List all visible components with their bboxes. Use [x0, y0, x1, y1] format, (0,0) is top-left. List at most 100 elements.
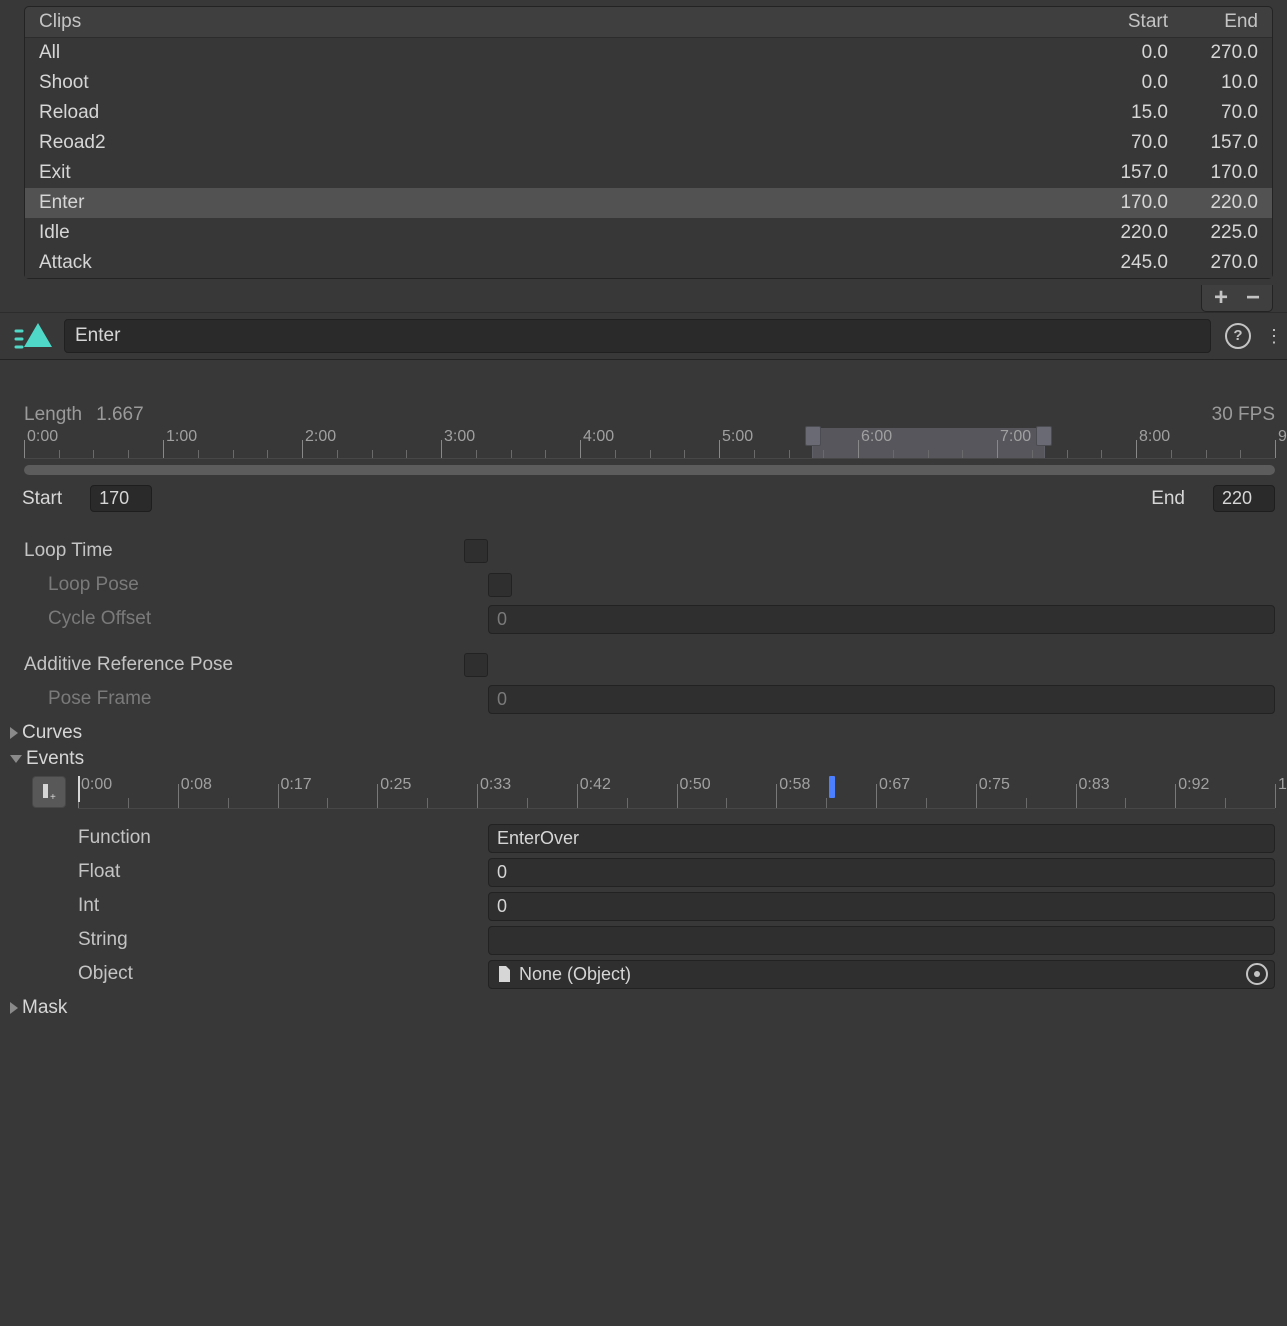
event-string-input[interactable]	[488, 926, 1275, 955]
events-tick-label: 0:58	[779, 776, 810, 794]
svg-text:+: +	[50, 792, 56, 802]
length-row: Length 1.667 30 FPS	[0, 400, 1287, 428]
pose-frame-label: Pose Frame	[24, 688, 488, 710]
clip-row-start: 15.0	[1078, 102, 1168, 124]
clip-row-name: Idle	[39, 222, 1078, 244]
events-tick-label: 0:25	[380, 776, 411, 794]
timeline-tick-label: 8:00	[1139, 428, 1170, 446]
clip-row[interactable]: Enter170.0220.0	[25, 188, 1272, 218]
clip-row[interactable]: Idle220.0225.0	[25, 218, 1272, 248]
clip-row-name: Enter	[39, 192, 1078, 214]
object-picker-icon[interactable]	[1246, 963, 1268, 985]
clip-row[interactable]: All0.0270.0	[25, 38, 1272, 68]
clip-row-start: 157.0	[1078, 162, 1168, 184]
range-start-handle[interactable]	[805, 426, 821, 446]
help-icon[interactable]: ?	[1225, 323, 1251, 349]
clip-row-end: 157.0	[1168, 132, 1258, 154]
clip-row-start: 170.0	[1078, 192, 1168, 214]
clip-range-timeline[interactable]: 0:001:002:003:004:005:006:007:008:009	[24, 428, 1275, 459]
cycle-offset-input[interactable]	[488, 605, 1275, 634]
fps-label: 30 FPS	[1212, 404, 1275, 426]
events-tick-label: 0:75	[979, 776, 1010, 794]
events-tick-label: 0:83	[1079, 776, 1110, 794]
events-tick-label: 0:42	[580, 776, 611, 794]
clip-row-end: 70.0	[1168, 102, 1258, 124]
clip-row[interactable]: Reoad270.0157.0	[25, 128, 1272, 158]
events-tick-label: 0:33	[480, 776, 511, 794]
timeline-tick-label: 0:00	[27, 428, 58, 446]
clip-row-start: 0.0	[1078, 72, 1168, 94]
animation-clip-icon	[14, 319, 50, 353]
timeline-tick-label: 3:00	[444, 428, 475, 446]
clip-row-end: 270.0	[1168, 252, 1258, 274]
cycle-offset-label: Cycle Offset	[24, 608, 488, 630]
timeline-tick-label: 5:00	[722, 428, 753, 446]
foldout-arrow-icon	[10, 755, 22, 763]
event-function-input[interactable]	[488, 824, 1275, 853]
clip-row[interactable]: Reload15.070.0	[25, 98, 1272, 128]
clips-table-header: Clips Start End	[25, 7, 1272, 38]
clip-row-end: 270.0	[1168, 42, 1258, 64]
clip-row-end: 220.0	[1168, 192, 1258, 214]
loop-time-checkbox[interactable]	[464, 539, 488, 563]
range-end-handle[interactable]	[1036, 426, 1052, 446]
curves-foldout-label: Curves	[22, 722, 82, 744]
clip-row-start: 245.0	[1078, 252, 1168, 274]
remove-clip-button[interactable]: −	[1246, 289, 1260, 307]
pose-frame-input[interactable]	[488, 685, 1275, 714]
event-function-label: Function	[54, 827, 488, 849]
timeline-scrollbar[interactable]	[24, 465, 1275, 475]
events-tick-label: 0:50	[680, 776, 711, 794]
clips-table: Clips Start End All0.0270.0Shoot0.010.0R…	[24, 6, 1273, 279]
clip-row-start: 70.0	[1078, 132, 1168, 154]
add-clip-button[interactable]: +	[1214, 289, 1228, 307]
mask-foldout[interactable]: Mask	[0, 995, 1287, 1021]
clip-row-name: Exit	[39, 162, 1078, 184]
clip-row[interactable]: Attack245.0270.0	[25, 248, 1272, 278]
timeline-tick-label: 9	[1278, 428, 1287, 446]
length-value: 1.667	[96, 404, 144, 426]
timeline-tick-label: 2:00	[305, 428, 336, 446]
events-timeline[interactable]: 0:000:080:170:250:330:420:500:580:670:75…	[78, 776, 1275, 809]
event-object-input[interactable]: None (Object)	[488, 960, 1275, 989]
additive-ref-label: Additive Reference Pose	[24, 654, 464, 676]
add-event-button[interactable]: +	[32, 776, 66, 808]
length-label: Length	[24, 404, 82, 426]
object-file-icon	[497, 966, 511, 982]
event-int-input[interactable]	[488, 892, 1275, 921]
loop-pose-label: Loop Pose	[24, 574, 488, 596]
timeline-tick-label: 7:00	[1000, 428, 1031, 446]
timeline-scrollbar-thumb[interactable]	[24, 465, 1275, 475]
loop-pose-checkbox[interactable]	[488, 573, 512, 597]
loop-time-label: Loop Time	[24, 540, 464, 562]
clip-name-input[interactable]	[64, 319, 1211, 353]
mask-foldout-label: Mask	[22, 997, 67, 1019]
events-foldout[interactable]: Events	[0, 746, 1287, 772]
clip-row-name: Reoad2	[39, 132, 1078, 154]
event-string-label: String	[54, 929, 488, 951]
clips-col-end: End	[1168, 11, 1258, 33]
curves-foldout[interactable]: Curves	[0, 720, 1287, 746]
event-marker[interactable]	[829, 776, 835, 798]
clip-row-name: Attack	[39, 252, 1078, 274]
clip-row[interactable]: Exit157.0170.0	[25, 158, 1272, 188]
more-menu-icon[interactable]: ⋮	[1265, 333, 1281, 339]
start-frame-input[interactable]	[90, 485, 152, 512]
foldout-arrow-icon	[10, 1002, 18, 1014]
end-frame-input[interactable]	[1213, 485, 1275, 512]
timeline-tick-label: 4:00	[583, 428, 614, 446]
event-object-label: Object	[54, 963, 488, 985]
clip-row-end: 225.0	[1168, 222, 1258, 244]
clip-row-end: 170.0	[1168, 162, 1258, 184]
timeline-tick-label: 1:00	[166, 428, 197, 446]
clip-row[interactable]: Shoot0.010.0	[25, 68, 1272, 98]
clips-col-name: Clips	[39, 11, 1078, 33]
events-tick-label: 0:17	[281, 776, 312, 794]
additive-ref-checkbox[interactable]	[464, 653, 488, 677]
clip-row-name: Shoot	[39, 72, 1078, 94]
events-playhead[interactable]	[78, 776, 80, 802]
event-int-label: Int	[54, 895, 488, 917]
event-float-input[interactable]	[488, 858, 1275, 887]
clips-col-start: Start	[1078, 11, 1168, 33]
start-label: Start	[22, 488, 62, 510]
